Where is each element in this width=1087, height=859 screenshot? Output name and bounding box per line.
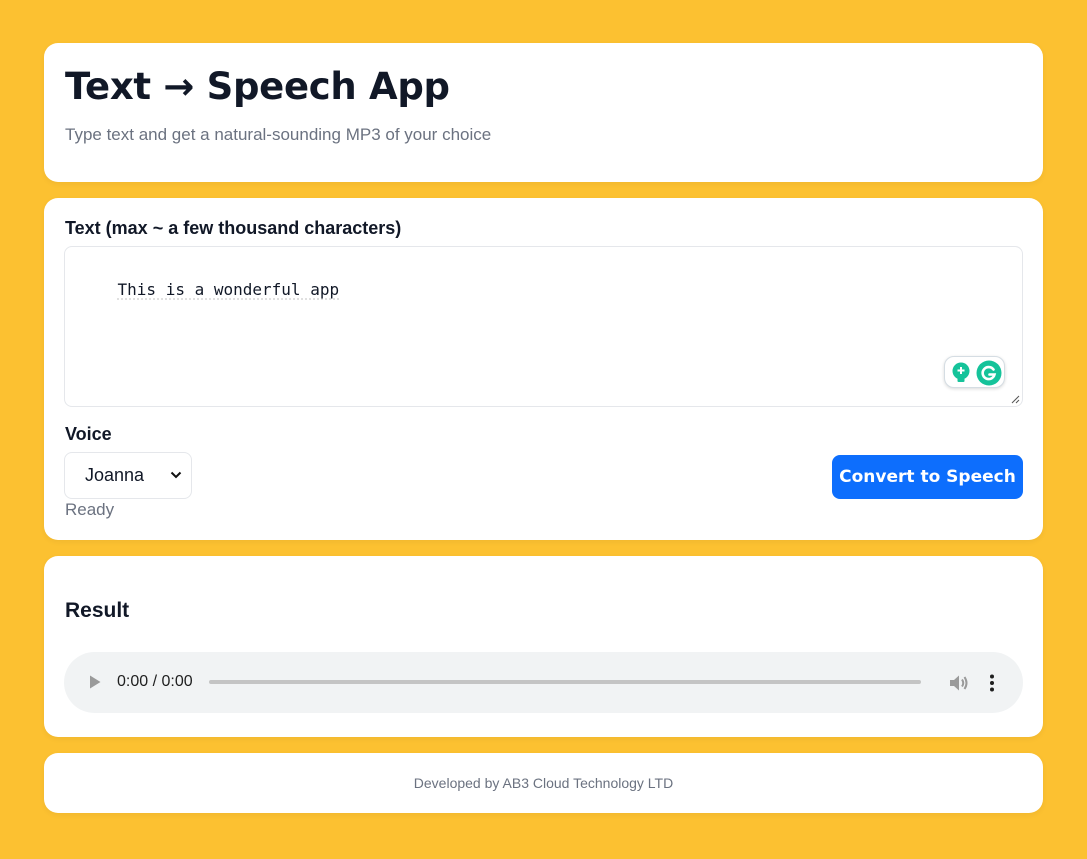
voice-select-value: Joanna [85, 465, 145, 485]
footer-card: Developed by AB3 Cloud Technology LTD [44, 753, 1043, 813]
voice-label: Voice [65, 424, 112, 444]
audio-player[interactable]: 0:00 / 0:00 [64, 652, 1023, 713]
audio-time: 0:00 / 0:00 [117, 673, 193, 690]
text-label: Text (max ~ a few thousand characters) [65, 218, 402, 238]
grammarly-logo-icon[interactable] [976, 360, 1002, 386]
audio-progress-track[interactable] [209, 680, 921, 684]
more-options-icon[interactable] [989, 672, 995, 694]
status-text: Ready [65, 500, 115, 519]
text-input-value: This is a wonderful app [117, 280, 340, 299]
page-title: Text → Speech App [65, 65, 450, 108]
play-icon[interactable] [88, 674, 102, 690]
form-card: Text (max ~ a few thousand characters) T… [44, 198, 1043, 540]
text-input[interactable]: This is a wonderful app [64, 246, 1023, 407]
page-subtitle: Type text and get a natural-sounding MP3… [65, 125, 492, 144]
footer-text: Developed by AB3 Cloud Technology LTD [413, 775, 674, 791]
resize-handle-icon[interactable] [1010, 394, 1020, 404]
volume-icon[interactable] [947, 672, 969, 694]
result-card: Result 0:00 / 0:00 [44, 556, 1043, 737]
grammarly-bulb-icon[interactable] [950, 361, 972, 385]
convert-to-speech-button[interactable]: Convert to Speech [832, 455, 1023, 499]
chevron-down-icon [170, 471, 182, 479]
header-card: Text → Speech App Type text and get a na… [44, 43, 1043, 182]
grammarly-widget[interactable] [944, 356, 1005, 388]
voice-select[interactable]: Joanna [64, 452, 192, 499]
result-title: Result [65, 599, 130, 622]
